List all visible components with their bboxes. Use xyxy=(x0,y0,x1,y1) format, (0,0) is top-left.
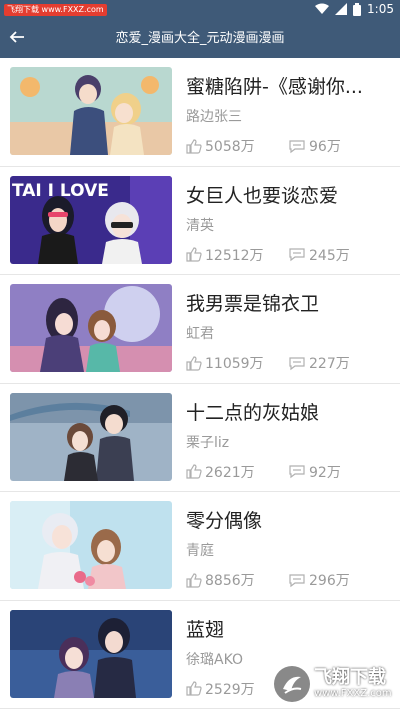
comic-stats: 2621万 92万 xyxy=(186,462,341,482)
comment-bubble-icon xyxy=(288,139,309,154)
likes-count: 2621万 xyxy=(205,464,255,481)
comic-cover-image[interactable] xyxy=(10,501,172,589)
likes-count: 2529万 xyxy=(205,681,255,698)
comic-cover-image[interactable] xyxy=(10,67,172,155)
site-watermark: 飞翔下载 www.FXXZ.com xyxy=(274,664,394,704)
comic-list-item[interactable]: 蜜糖陷阱-《感谢你... 路边张三 5058万 96万 xyxy=(0,58,400,167)
status-time: 1:05 xyxy=(367,2,394,16)
likes-count: 12512万 xyxy=(205,247,264,264)
comic-author: 栗子liz xyxy=(186,434,230,451)
comment-bubble-icon xyxy=(288,247,309,262)
comments-stat: 296万 xyxy=(288,570,350,590)
status-watermark: 飞翔下载 www.FXXZ.com xyxy=(4,4,107,16)
comic-list-item[interactable]: 我男票是锦衣卫 虹君 11059万 227万 xyxy=(0,275,400,384)
page-title: 恋爱_漫画大全_元动漫画漫画 xyxy=(115,31,285,46)
comments-stat: 245万 xyxy=(288,245,350,265)
comic-title: 我男票是锦衣卫 xyxy=(186,293,320,315)
watermark-sub: www.FXXZ.com xyxy=(314,688,392,699)
comment-bubble-icon xyxy=(288,573,309,588)
battery-icon xyxy=(353,2,362,16)
comic-title: 零分偶像 xyxy=(186,510,263,532)
comic-author: 虹君 xyxy=(186,326,214,342)
comic-cover-image[interactable]: TAI I LOVE xyxy=(10,175,172,264)
comic-author: 青庭 xyxy=(186,543,214,559)
comment-bubble-icon xyxy=(288,356,309,371)
comic-title: 十二点的灰姑娘 xyxy=(186,401,320,424)
likes-stat: 8856万 xyxy=(186,570,255,590)
comments-count: 96万 xyxy=(309,139,341,155)
watermark-main: 飞翔下载 xyxy=(314,667,386,688)
comments-stat: 92万 xyxy=(288,462,341,482)
comic-list-item[interactable]: 零分偶像 青庭 8856万 296万 xyxy=(0,492,400,601)
comments-stat: 96万 xyxy=(288,136,341,156)
watermark-text: 飞翔下载 www.FXXZ.com xyxy=(314,668,392,700)
comic-author: 徐璐AKO xyxy=(186,651,244,668)
comic-stats: 5058万 96万 xyxy=(186,136,341,156)
fxxz-logo-icon xyxy=(274,666,310,702)
likes-count: 8856万 xyxy=(205,573,255,589)
back-button[interactable] xyxy=(4,26,30,52)
comments-count: 92万 xyxy=(309,464,341,481)
thumbs-up-icon xyxy=(186,138,205,154)
comic-cover-image[interactable] xyxy=(10,392,172,481)
comic-list: 蜜糖陷阱-《感谢你... 路边张三 5058万 96万 TAI I LOVE 女… xyxy=(0,58,400,709)
app-bar: 恋爱_漫画大全_元动漫画漫画 xyxy=(0,20,400,58)
comic-author: 路边张三 xyxy=(186,109,242,125)
comic-title: 蜜糖陷阱-《感谢你... xyxy=(186,76,363,98)
likes-stat: 12512万 xyxy=(186,245,264,265)
comic-title: 女巨人也要谈恋爱 xyxy=(186,184,339,207)
comic-list-item[interactable]: TAI I LOVE 女巨人也要谈恋爱 清英 12512万 245万 xyxy=(0,167,400,275)
comic-list-item[interactable]: 十二点的灰姑娘 栗子liz 2621万 92万 xyxy=(0,384,400,492)
comments-count: 245万 xyxy=(309,247,350,264)
likes-stat: 2529万 xyxy=(186,679,255,699)
comments-count: 296万 xyxy=(309,573,350,589)
arrow-left-icon xyxy=(9,29,25,49)
comments-count: 227万 xyxy=(309,356,350,372)
comic-stats: 8856万 296万 xyxy=(186,570,350,590)
thumbs-up-icon xyxy=(186,464,205,479)
comic-stats: 11059万 227万 xyxy=(186,353,350,373)
status-bar: 飞翔下载 www.FXXZ.com 1:05 xyxy=(0,0,400,20)
comic-title: 蓝翅 xyxy=(186,618,225,641)
likes-stat: 2621万 xyxy=(186,462,255,482)
comment-bubble-icon xyxy=(288,464,309,479)
comments-stat: 227万 xyxy=(288,353,350,373)
thumbs-up-icon xyxy=(186,681,205,696)
comic-stats: 12512万 245万 xyxy=(186,245,350,265)
comic-cover-image[interactable] xyxy=(10,609,172,698)
thumbs-up-icon xyxy=(186,247,205,262)
likes-count: 5058万 xyxy=(205,139,255,155)
comic-stats: 2529万 xyxy=(186,679,255,699)
comic-author: 清英 xyxy=(186,217,214,234)
thumbs-up-icon xyxy=(186,572,205,588)
thumbs-up-icon xyxy=(186,355,205,371)
wifi-icon xyxy=(315,3,330,15)
likes-stat: 5058万 xyxy=(186,136,255,156)
likes-stat: 11059万 xyxy=(186,353,264,373)
likes-count: 11059万 xyxy=(205,356,264,372)
signal-icon xyxy=(335,3,348,15)
status-icons: 1:05 xyxy=(315,2,394,16)
comic-cover-image[interactable] xyxy=(10,284,172,372)
